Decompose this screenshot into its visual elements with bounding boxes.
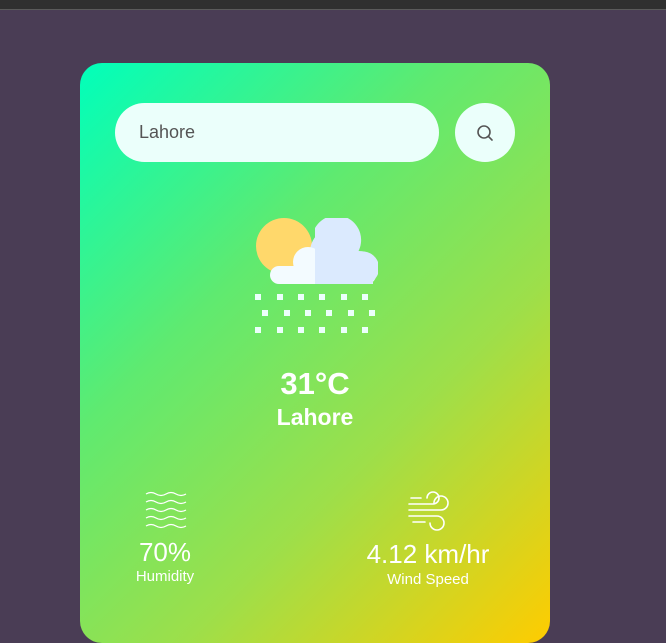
wind-speed-label: Wind Speed [387, 571, 469, 588]
humidity-waves-icon [145, 491, 187, 529]
weather-card: Lahore 31°C Lahore 70% Humidity 4.12 km/… [80, 63, 550, 643]
browser-top-bar [0, 0, 666, 9]
browser-divider [0, 9, 666, 10]
search-icon [477, 124, 493, 141]
humidity-value: 70% [138, 537, 192, 567]
city-name: Lahore [276, 404, 354, 430]
humidity-label: Humidity [135, 568, 195, 585]
temperature: 31°C [280, 366, 350, 401]
search-input-value[interactable]: Lahore [139, 122, 195, 143]
wind-icon [408, 491, 449, 531]
cloud-sun-snow-icon [255, 218, 378, 333]
wind-speed-value: 4.12 km/hr [366, 539, 490, 569]
search-button[interactable] [455, 103, 515, 162]
search-input[interactable]: Lahore [115, 103, 439, 162]
